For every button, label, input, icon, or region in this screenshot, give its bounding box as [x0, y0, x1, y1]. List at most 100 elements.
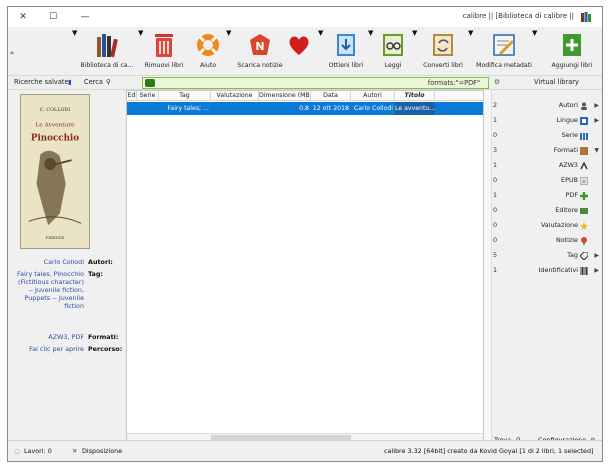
tag-category-formats[interactable]: 3 Formati ▼: [492, 144, 602, 157]
tag-category-rating[interactable]: 0 Valutazione: [492, 219, 602, 232]
book-cover-image[interactable]: C. COLLODI Le Avventure Pinocchio FIRENZ…: [20, 94, 90, 249]
get-books-button[interactable]: Ottieni libri: [326, 29, 366, 73]
jobs-spinner-icon[interactable]: ◌: [14, 447, 20, 455]
search-magnifier-icon[interactable]: ⚲: [106, 78, 111, 86]
tag-label: PDF: [565, 191, 578, 199]
convert-books-button[interactable]: Converti libri: [420, 29, 466, 73]
edit-metadata-dropdown-arrow[interactable]: ▼: [532, 29, 537, 73]
add-books-button[interactable]: Aggiungi libri: [542, 29, 602, 73]
pdf-icon: [580, 192, 588, 200]
news-pin-icon: [581, 237, 587, 245]
tag-label: Formati: [553, 146, 578, 154]
tag-label: Tag: [567, 251, 578, 259]
add-book-icon: [563, 34, 581, 56]
saved-search-icon[interactable]: ▮: [68, 78, 72, 86]
help-dropdown-arrow[interactable]: ▼: [226, 29, 231, 73]
book-list-table[interactable]: Ed Serie Tag Valutazione Dimensione (MB)…: [126, 90, 484, 442]
tag-category-authors[interactable]: 2 Autori ▶: [492, 99, 602, 112]
close-window-button[interactable]: ✕: [8, 7, 38, 27]
tag-category-news[interactable]: 0 Notizie: [492, 234, 602, 247]
barcode-icon: [580, 267, 588, 275]
authors-value-link[interactable]: Carlo Collodi: [14, 258, 84, 266]
toolbar-overflow-icon[interactable]: »: [10, 49, 14, 57]
remove-dropdown-arrow[interactable]: ▼: [138, 29, 143, 73]
tag-count: 1: [493, 191, 498, 199]
row-date-cell: 12 ott 2018: [312, 105, 349, 112]
tag-count: 0: [493, 221, 498, 229]
edit-metadata-button[interactable]: Modifica metadati: [476, 29, 532, 73]
authors-key: Autori:: [88, 258, 113, 266]
expand-arrow-icon[interactable]: ▶: [594, 99, 599, 112]
expand-arrow-icon[interactable]: ▶: [594, 264, 599, 277]
minimize-window-button[interactable]: —: [70, 7, 100, 27]
path-value-link[interactable]: Fai clic per aprire: [14, 345, 84, 353]
tag-item-pdf[interactable]: 1 PDF: [492, 189, 602, 202]
library-icon: [97, 34, 118, 58]
search-input[interactable]: formats:"=PDF": [142, 77, 489, 89]
column-header-size[interactable]: Dimensione (MB): [259, 91, 311, 101]
expand-arrow-icon[interactable]: ▶: [594, 249, 599, 262]
layout-icon[interactable]: ✕: [72, 447, 77, 455]
tag-category-languages[interactable]: 1 Lingue ▶: [492, 114, 602, 127]
convert-books-label: Converti libri: [423, 62, 463, 69]
search-bar: Ricerche salvate ▮ Cerca ⚲ formats:"=PDF…: [8, 75, 602, 90]
virtual-library-button[interactable]: Virtual library: [534, 78, 579, 86]
tag-browser-scrollbar[interactable]: [484, 90, 492, 442]
tag-category-identifiers[interactable]: 1 Identificativi ▶: [492, 264, 602, 277]
tag-count: 1: [493, 161, 498, 169]
tag-browser: 2 Autori ▶ 1 Lingue ▶ 0 Serie 3 Formati …: [484, 90, 602, 444]
read-dropdown-arrow[interactable]: ▼: [412, 29, 417, 73]
tag-category-tags[interactable]: 5 Tag ▶: [492, 249, 602, 262]
tag-count: 3: [493, 146, 498, 154]
donate-button[interactable]: [284, 29, 314, 73]
get-books-dropdown-arrow[interactable]: ▼: [368, 29, 373, 73]
tag-label: Valutazione: [540, 221, 578, 229]
column-header-publisher[interactable]: Ed: [127, 91, 137, 101]
donate-dropdown-arrow[interactable]: ▼: [318, 29, 323, 73]
tag-item-azw3[interactable]: 1 AZW3: [492, 159, 602, 172]
search-options-icon[interactable]: ⚙: [494, 78, 500, 86]
maximize-window-button[interactable]: ☐: [38, 7, 68, 27]
remove-books-button[interactable]: Rimuovi libri: [144, 29, 184, 73]
expand-arrow-icon[interactable]: ▶: [594, 114, 599, 127]
help-button[interactable]: Aiuto: [190, 29, 226, 73]
saved-searches-button[interactable]: Ricerche salvate: [14, 78, 69, 86]
tag-category-publisher[interactable]: 0 Editore: [492, 204, 602, 217]
tag-label: AZW3: [558, 161, 578, 169]
library-dropdown-arrow[interactable]: ▼: [72, 29, 77, 73]
series-icon: [580, 133, 588, 140]
path-key: Percorso:: [88, 345, 123, 353]
tag-category-series[interactable]: 0 Serie: [492, 129, 602, 142]
star-icon: [580, 222, 588, 230]
read-button[interactable]: Leggi: [376, 29, 410, 73]
tag-label: Serie: [561, 131, 578, 139]
column-header-rating[interactable]: Valutazione: [211, 91, 259, 101]
tag-count: 0: [493, 176, 498, 184]
search-go-icon[interactable]: [145, 79, 155, 87]
column-header-title[interactable]: Titolo: [395, 91, 435, 101]
tag-count: 0: [493, 206, 498, 214]
search-find-button[interactable]: Cerca: [84, 78, 103, 86]
language-icon: [580, 117, 588, 125]
column-header-series[interactable]: Serie: [137, 91, 159, 101]
jobs-count-button[interactable]: Lavori: 0: [24, 447, 52, 455]
formats-value-link[interactable]: AZW3, PDF: [14, 333, 84, 341]
remove-icon: [155, 34, 173, 57]
get-books-label: Ottieni libri: [328, 62, 364, 69]
library-button[interactable]: Biblioteca di ca...: [78, 29, 136, 73]
tags-value-link[interactable]: Fairy tales, Pinocchio (Fictitious chara…: [14, 270, 84, 310]
column-header-authors[interactable]: Autori: [351, 91, 395, 101]
edit-metadata-icon: [493, 34, 515, 56]
tags-key: Tag:: [88, 270, 103, 278]
convert-dropdown-arrow[interactable]: ▼: [468, 29, 473, 73]
table-row[interactable]: Fairy tales; ... 0,8 12 ott 2018 Carlo C…: [127, 102, 483, 115]
tag-item-epub[interactable]: 0 EPUB e: [492, 174, 602, 187]
calibre-app-icon: [581, 12, 591, 22]
tag-count: 1: [493, 266, 498, 274]
column-header-date[interactable]: Data: [311, 91, 351, 101]
tag-label: EPUB: [561, 176, 578, 184]
collapse-arrow-icon[interactable]: ▼: [594, 144, 599, 157]
column-header-tags[interactable]: Tag: [159, 91, 211, 101]
fetch-news-button[interactable]: N Scarica notizie: [234, 29, 286, 73]
layout-button[interactable]: Disposizione: [82, 447, 122, 455]
